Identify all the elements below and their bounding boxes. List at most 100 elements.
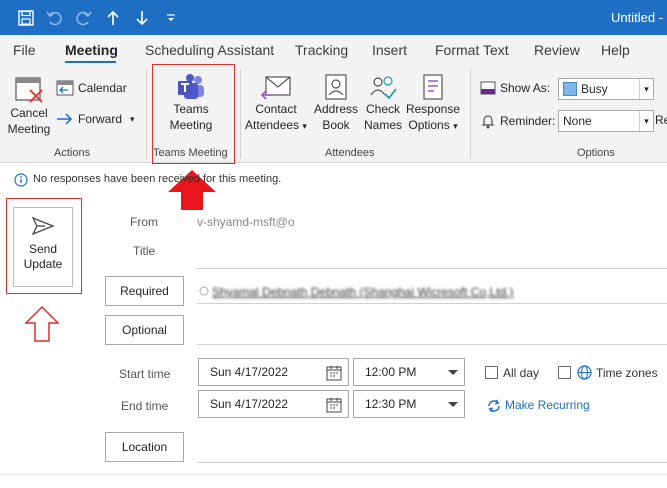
- required-button[interactable]: Required: [105, 276, 184, 306]
- forward-arrow-icon: [57, 113, 73, 125]
- group-divider: [240, 69, 241, 159]
- chevron-down-icon: [448, 402, 458, 407]
- redo-icon[interactable]: [74, 8, 94, 28]
- attendee-status-icon: [199, 286, 209, 296]
- contact-label-2-text: Attendees: [245, 118, 300, 132]
- reminder-label: Reminder:: [500, 114, 556, 128]
- calendar-label: Calendar: [78, 81, 127, 95]
- tab-tracking[interactable]: Tracking: [295, 42, 348, 58]
- calendar-icon: [56, 80, 74, 96]
- reminder-dropdown[interactable]: None ▾: [558, 110, 654, 132]
- calendar-cancel-icon: [15, 77, 43, 103]
- forward-button[interactable]: Forward ▾: [56, 112, 135, 126]
- show-as-label-group: Show As:: [480, 81, 550, 95]
- title-input[interactable]: [197, 268, 667, 269]
- info-message: No responses have been received for this…: [33, 173, 282, 185]
- show-as-icon: [480, 81, 496, 95]
- undo-icon[interactable]: [44, 8, 64, 28]
- window-title: Untitled -: [611, 10, 664, 25]
- calendar-button[interactable]: Calendar: [56, 80, 127, 96]
- down-arrow-icon[interactable]: [132, 8, 152, 28]
- form-bottom-divider: [0, 474, 667, 475]
- actions-group-label: Actions: [54, 147, 91, 159]
- end-date-value: Sun 4/17/2022: [210, 397, 289, 411]
- info-icon: [14, 173, 28, 187]
- globe-icon: [577, 365, 592, 380]
- start-time-label: Start time: [119, 367, 171, 381]
- end-time-input[interactable]: 12:30 PM: [353, 390, 465, 418]
- options-group-label: Options: [577, 147, 615, 159]
- make-recurring-link[interactable]: Make Recurring: [505, 398, 590, 412]
- send-icon: [31, 216, 55, 236]
- tab-scheduling-assistant[interactable]: Scheduling Assistant: [145, 42, 274, 58]
- cancel-meeting-button[interactable]: Cancel Meeting: [6, 73, 52, 137]
- cancel-label-1: Cancel: [10, 106, 48, 120]
- location-button[interactable]: Location: [105, 432, 184, 462]
- check-names-icon: [370, 76, 397, 100]
- response-label-2-text: Options: [408, 118, 450, 132]
- outline-up-arrow-icon: [24, 305, 60, 342]
- address-book-icon: [325, 74, 347, 100]
- reminder-label-group: Reminder:: [480, 113, 555, 129]
- contact-chevron-icon: ▾: [302, 121, 307, 131]
- all-day-checkbox[interactable]: [485, 366, 498, 379]
- contact-attendees-button[interactable]: Contact Attendees ▾: [244, 73, 308, 134]
- up-arrow-icon[interactable]: [103, 8, 123, 28]
- forward-chevron-icon: ▾: [130, 113, 135, 124]
- tab-format-text[interactable]: Format Text: [435, 42, 509, 58]
- response-chevron-icon: ▾: [453, 121, 458, 131]
- calendar-picker-icon[interactable]: [326, 365, 342, 381]
- save-icon[interactable]: [16, 8, 36, 28]
- end-time-value: 12:30 PM: [365, 397, 417, 411]
- tab-review[interactable]: Review: [534, 42, 580, 58]
- send-update-button[interactable]: Send Update: [13, 207, 73, 287]
- show-as-dropdown[interactable]: Busy ▾: [558, 78, 654, 100]
- show-as-value: Busy: [581, 82, 608, 96]
- envelope-icon: [260, 76, 291, 100]
- attendees-group-label: Attendees: [325, 147, 375, 159]
- ribbon: Cancel Meeting Calendar Forward ▾ Action…: [0, 63, 667, 163]
- start-time-input[interactable]: 12:00 PM: [353, 358, 465, 386]
- busy-color-swatch: [563, 82, 577, 96]
- chevron-down-icon: ▾: [639, 79, 653, 99]
- chevron-down-icon: ▾: [639, 111, 653, 131]
- check-label-1: Check: [365, 102, 400, 116]
- response-label-1: Response: [405, 102, 461, 116]
- start-date-input[interactable]: Sun 4/17/2022: [198, 358, 349, 386]
- location-input[interactable]: [197, 462, 667, 463]
- all-day-label: All day: [503, 366, 540, 380]
- required-attendee[interactable]: Shyamal Debnath Debnath (Shanghai Wicres…: [212, 285, 514, 299]
- address-label-1: Address: [313, 102, 359, 116]
- group-divider: [470, 69, 471, 159]
- start-date-value: Sun 4/17/2022: [210, 365, 289, 379]
- title-bar: Untitled -: [0, 0, 667, 35]
- reminder-value: None: [563, 114, 592, 128]
- tab-help[interactable]: Help: [601, 42, 630, 58]
- time-zones-label: Time zones: [596, 366, 658, 380]
- title-label: Title: [133, 244, 156, 258]
- tab-insert[interactable]: Insert: [372, 42, 407, 58]
- time-zones-checkbox[interactable]: [558, 366, 571, 379]
- recurrence-button-partial[interactable]: Re: [655, 113, 667, 127]
- chevron-down-icon: [448, 370, 458, 375]
- optional-input[interactable]: [197, 344, 667, 345]
- group-divider: [146, 69, 147, 159]
- teams-meeting-highlight: [152, 64, 235, 164]
- tab-file[interactable]: File: [13, 42, 36, 58]
- end-date-input[interactable]: Sun 4/17/2022: [198, 390, 349, 418]
- menu-bar: File Meeting Scheduling Assistant Tracki…: [0, 35, 667, 63]
- send-label-1: Send: [28, 242, 58, 256]
- customize-icon[interactable]: [161, 8, 181, 28]
- calendar-picker-icon[interactable]: [326, 397, 342, 413]
- address-book-button[interactable]: Address Book: [312, 73, 360, 133]
- contact-label-1: Contact: [255, 102, 297, 116]
- show-as-label: Show As:: [500, 81, 551, 95]
- optional-button[interactable]: Optional: [105, 315, 184, 345]
- end-time-label: End time: [121, 399, 169, 413]
- forward-label: Forward: [78, 112, 123, 126]
- response-options-icon: [423, 74, 443, 100]
- response-options-button[interactable]: Response Options ▾: [404, 73, 462, 134]
- check-names-button[interactable]: Check Names: [362, 73, 404, 133]
- start-time-value: 12:00 PM: [365, 365, 417, 379]
- tab-meeting[interactable]: Meeting: [65, 42, 118, 58]
